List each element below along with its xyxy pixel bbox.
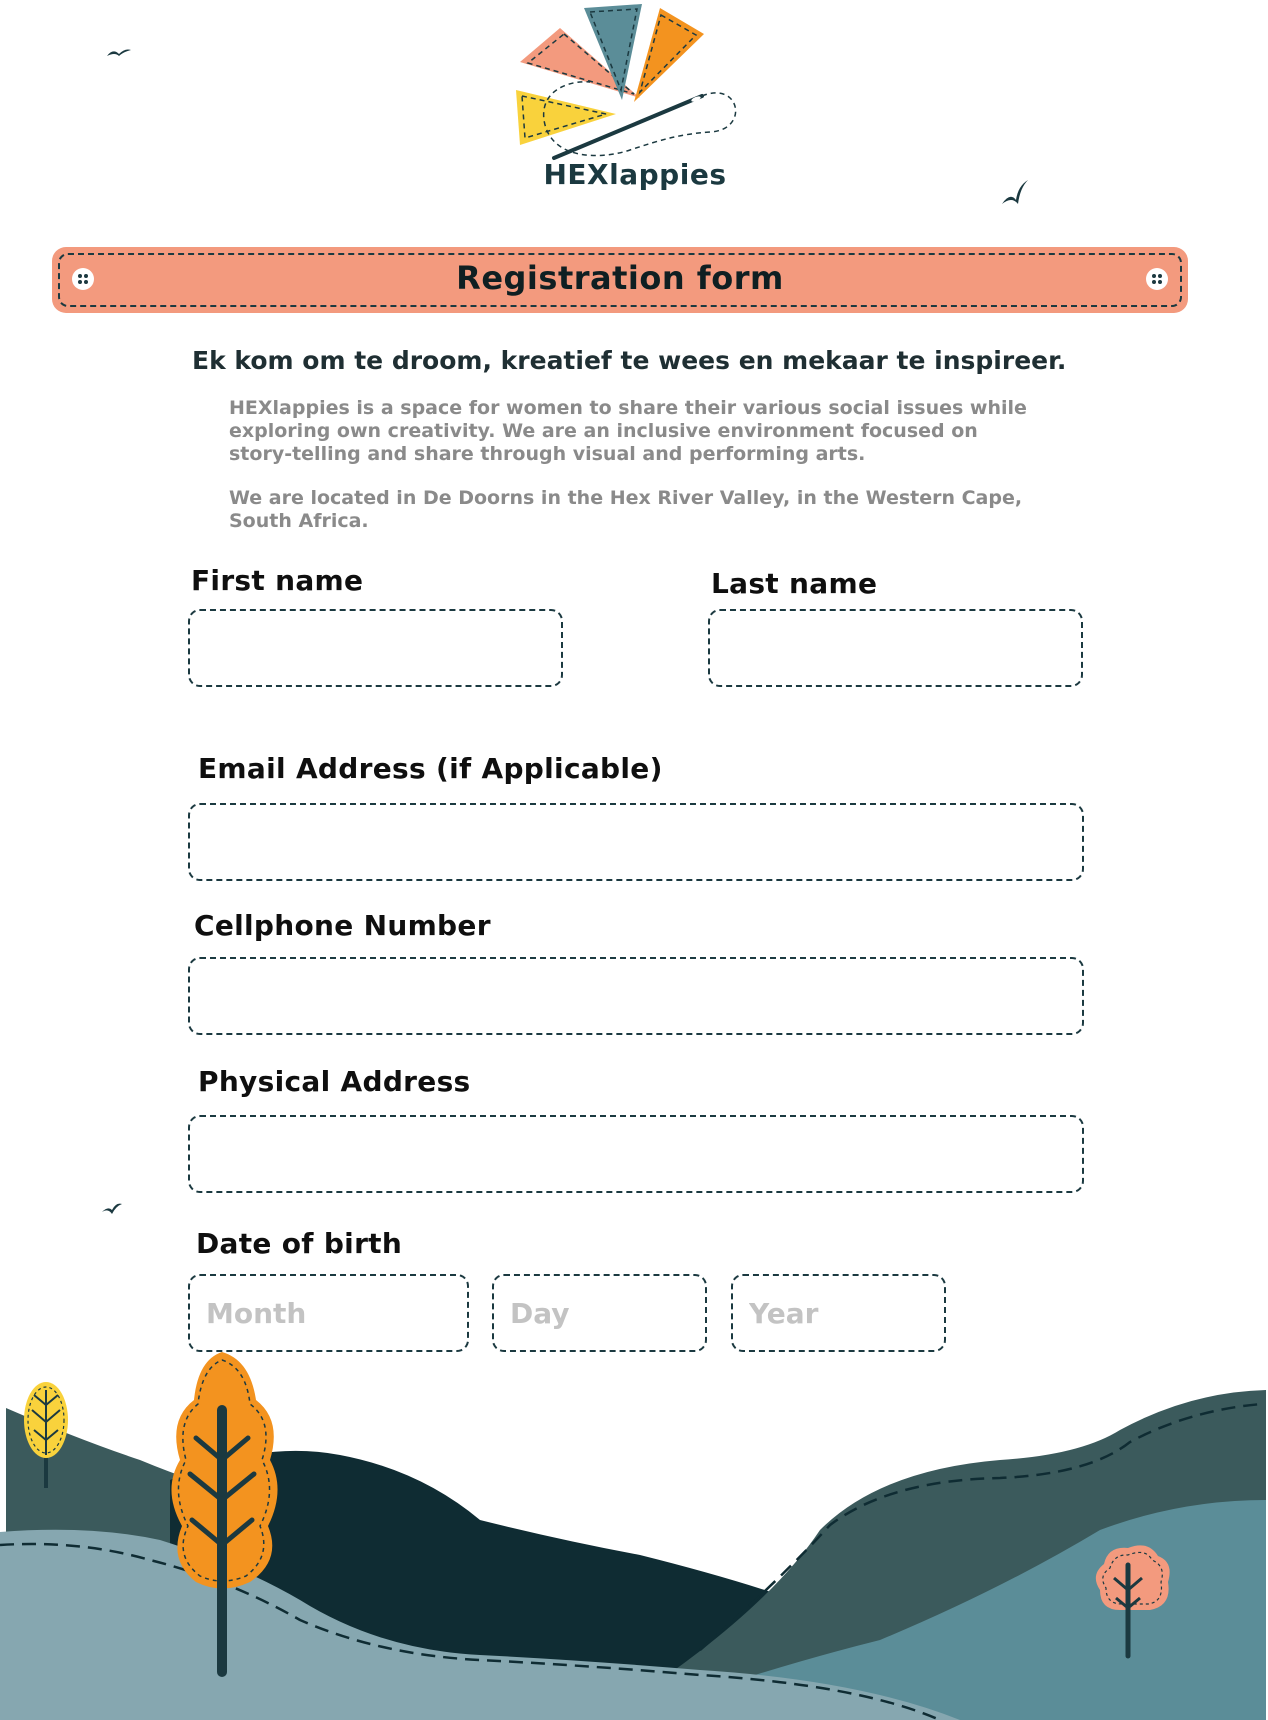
email-input[interactable] xyxy=(188,803,1084,881)
bird-icon xyxy=(1002,180,1028,204)
first-name-label: First name xyxy=(191,564,364,597)
physical-address-input[interactable] xyxy=(188,1115,1084,1193)
page-title: Registration form xyxy=(456,259,784,297)
birth-day-input[interactable] xyxy=(492,1274,707,1352)
cellphone-input[interactable] xyxy=(188,957,1084,1035)
tagline: Ek kom om te droom, kreatief te wees en … xyxy=(192,346,1067,375)
landscape-illustration xyxy=(0,1352,1266,1720)
intro-paragraph: HEXlappies is a space for women to share… xyxy=(229,397,1027,465)
last-name-label: Last name xyxy=(711,567,878,600)
location-paragraph: We are located in De Doorns in the Hex R… xyxy=(229,487,1023,532)
birth-year-input[interactable] xyxy=(731,1274,946,1352)
registration-banner: Registration form xyxy=(52,247,1188,313)
date-of-birth-label: Date of birth xyxy=(196,1227,403,1260)
last-name-input[interactable] xyxy=(708,609,1083,687)
physical-address-label: Physical Address xyxy=(198,1065,471,1098)
email-label: Email Address (if Applicable) xyxy=(198,752,663,785)
bird-icon xyxy=(102,1203,122,1214)
birth-month-input[interactable] xyxy=(188,1274,469,1352)
cellphone-label: Cellphone Number xyxy=(194,909,491,942)
bird-icon xyxy=(107,49,131,56)
first-name-input[interactable] xyxy=(188,609,563,687)
brand-name: HEXlappies xyxy=(543,158,727,191)
